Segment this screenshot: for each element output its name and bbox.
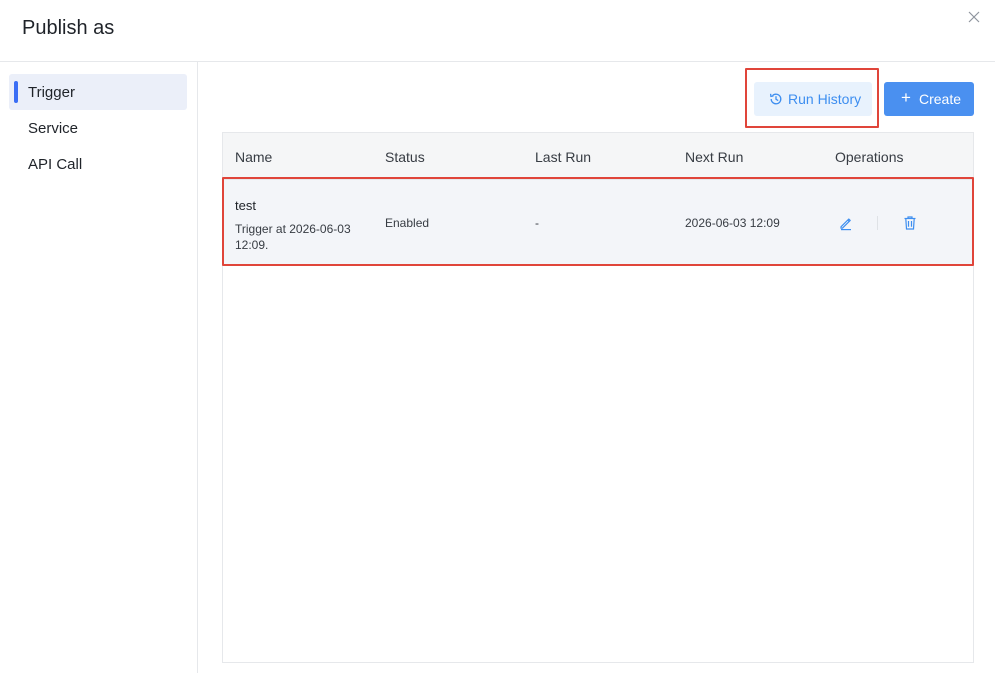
sidebar-item-service[interactable]: Service	[9, 110, 187, 146]
sidebar-item-trigger[interactable]: Trigger	[9, 74, 187, 110]
close-icon[interactable]	[966, 9, 982, 25]
sidebar-item-api-call[interactable]: API Call	[9, 146, 187, 182]
sidebar-item-label: Trigger	[28, 84, 75, 101]
column-header-operations: Operations	[835, 149, 904, 165]
sidebar-item-label: API Call	[28, 156, 83, 173]
highlight-trigger-row	[222, 177, 974, 266]
sidebar: Trigger Service API Call	[0, 62, 198, 673]
column-header-status: Status	[385, 149, 425, 165]
column-header-last-run: Last Run	[535, 149, 592, 165]
create-button[interactable]: + Create	[884, 82, 974, 116]
active-indicator	[14, 81, 18, 103]
table-header: Name Status Last Run Next Run Operations	[223, 133, 973, 180]
column-header-next-run: Next Run	[685, 149, 744, 165]
dialog-title: Publish as	[22, 17, 115, 39]
plus-icon: +	[901, 88, 911, 107]
column-header-name: Name	[235, 149, 273, 165]
highlight-run-history	[745, 68, 879, 128]
create-label: Create	[919, 91, 962, 107]
dialog-header: Publish as	[0, 0, 995, 62]
publish-dialog: Publish as Trigger Service API Call Run …	[0, 0, 995, 673]
sidebar-item-label: Service	[28, 120, 79, 137]
